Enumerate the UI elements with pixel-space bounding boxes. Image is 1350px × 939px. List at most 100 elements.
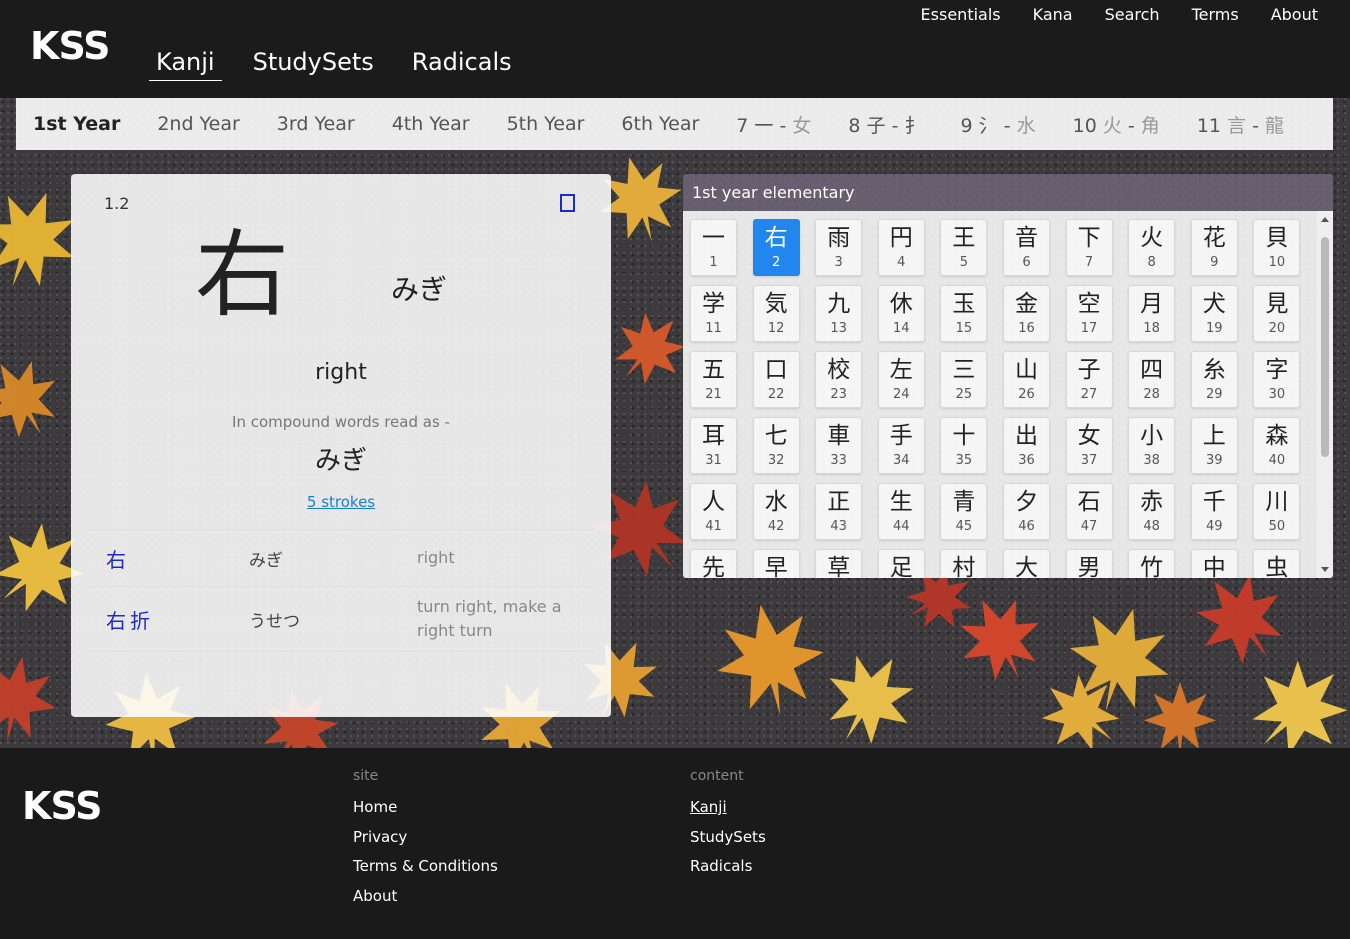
- nav-about[interactable]: About: [1271, 5, 1318, 25]
- footer-terms-link[interactable]: Terms & Conditions: [353, 857, 498, 877]
- kanji-cell[interactable]: 三 25: [940, 351, 988, 408]
- kanji-cell[interactable]: 空 17: [1065, 285, 1113, 342]
- kanji-cell[interactable]: 森 40: [1253, 417, 1301, 474]
- kanji-cell[interactable]: 休 14: [877, 285, 925, 342]
- kanji-cell[interactable]: 音6: [1002, 219, 1050, 276]
- tab-2nd-year[interactable]: 2nd Year: [157, 113, 239, 135]
- tab-num: 8: [848, 114, 861, 137]
- kanji-cell[interactable]: 人 41: [690, 483, 737, 540]
- kanji-cell[interactable]: 山 26: [1002, 351, 1050, 408]
- kanji-cell[interactable]: 貝 10: [1253, 219, 1301, 276]
- kanji-cell[interactable]: 小 38: [1128, 417, 1176, 474]
- kanji-cell[interactable]: 夕 46: [1002, 483, 1050, 540]
- kanji-cell[interactable]: 上 39: [1190, 417, 1238, 474]
- kanji-cell[interactable]: 糸 29: [1190, 351, 1238, 408]
- footer-kanji-link[interactable]: Kanji: [690, 798, 766, 818]
- main-nav-studysets[interactable]: StudySets: [246, 46, 381, 81]
- bookmark-checkbox-icon[interactable]: [560, 194, 575, 212]
- tab-3rd-year[interactable]: 3rd Year: [277, 113, 355, 135]
- tab-5th-year[interactable]: 5th Year: [507, 113, 585, 135]
- kanji-cell[interactable]: 字 30: [1253, 351, 1301, 408]
- tab-stroke-7[interactable]: 7 一 - 女: [736, 111, 811, 138]
- kanji-cell[interactable]: 千 49: [1190, 483, 1238, 540]
- footer-home-link[interactable]: Home: [353, 798, 498, 818]
- kanji-cell[interactable]: 下7: [1065, 219, 1113, 276]
- main-nav-kanji[interactable]: Kanji: [149, 46, 222, 81]
- kanji-cell[interactable]: 先51: [690, 549, 737, 578]
- scroll-up-icon[interactable]: [1321, 217, 1329, 222]
- kanji-cell[interactable]: 大56: [1002, 549, 1050, 578]
- kanji-cell-number: 6: [1022, 255, 1031, 270]
- site-logo[interactable]: KSS: [30, 24, 110, 68]
- kanji-cell[interactable]: 中59: [1190, 549, 1238, 578]
- kanji-cell[interactable]: 王5: [940, 219, 988, 276]
- scroll-down-icon[interactable]: [1321, 567, 1329, 572]
- kanji-cell[interactable]: 村55: [940, 549, 988, 578]
- kanji-cell[interactable]: 花9: [1190, 219, 1238, 276]
- kanji-cell[interactable]: 火8: [1128, 219, 1176, 276]
- footer-radicals-link[interactable]: Radicals: [690, 857, 766, 877]
- kanji-cell[interactable]: 円4: [877, 219, 925, 276]
- kanji-cell[interactable]: 竹58: [1128, 549, 1176, 578]
- kanji-cell[interactable]: 九 13: [815, 285, 863, 342]
- tab-1st-year[interactable]: 1st Year: [33, 113, 120, 135]
- kanji-cell[interactable]: 雨3: [815, 219, 863, 276]
- footer-about-link[interactable]: About: [353, 887, 498, 907]
- tab-stroke-8[interactable]: 8 子 - 扌: [848, 111, 923, 138]
- kanji-cell[interactable]: 赤 48: [1128, 483, 1176, 540]
- word-row[interactable]: 右 みぎ right: [88, 529, 594, 586]
- kanji-cell[interactable]: 金 16: [1002, 285, 1050, 342]
- kanji-cell[interactable]: 左 24: [877, 351, 925, 408]
- kanji-cell[interactable]: 車 33: [815, 417, 863, 474]
- kanji-cell[interactable]: 青 45: [940, 483, 988, 540]
- kanji-cell[interactable]: 右2: [752, 219, 800, 276]
- kanji-cell[interactable]: 学 11: [690, 285, 737, 342]
- kanji-cell[interactable]: 草53: [815, 549, 863, 578]
- kanji-cell[interactable]: 男57: [1065, 549, 1113, 578]
- kanji-cell-number: 21: [705, 387, 722, 402]
- kanji-cell[interactable]: 耳 31: [690, 417, 737, 474]
- kanji-cell[interactable]: 川 50: [1253, 483, 1301, 540]
- kanji-cell[interactable]: 早52: [752, 549, 800, 578]
- nav-essentials[interactable]: Essentials: [921, 5, 1001, 25]
- tab-stroke-11[interactable]: 11 言 - 龍: [1197, 111, 1284, 138]
- kanji-cell[interactable]: 虫60: [1253, 549, 1301, 578]
- scrollbar-thumb[interactable]: [1321, 237, 1329, 457]
- kanji-cell[interactable]: 女 37: [1065, 417, 1113, 474]
- kanji-cell[interactable]: 十 35: [940, 417, 988, 474]
- kanji-cell[interactable]: 石 47: [1065, 483, 1113, 540]
- tab-4th-year[interactable]: 4th Year: [392, 113, 470, 135]
- footer-privacy-link[interactable]: Privacy: [353, 828, 498, 848]
- word-row[interactable]: 右折 うせつ turn right, make a right turn: [88, 586, 594, 652]
- scrollbar[interactable]: [1317, 211, 1333, 578]
- kanji-grid-scroll[interactable]: 一 1 右 2 雨 3 円 4 王 5 音 6 下 7 火 8 花 9 貝 10 学 11 気 12 九 13 休 14 玉 15 金 16 空…: [683, 211, 1333, 578]
- kanji-cell[interactable]: 校 23: [815, 351, 863, 408]
- kanji-cell[interactable]: 足54: [877, 549, 925, 578]
- tab-stroke-9[interactable]: 9 氵 - 水: [961, 111, 1036, 138]
- kanji-cell[interactable]: 一1: [690, 219, 737, 276]
- nav-kana[interactable]: Kana: [1033, 5, 1073, 25]
- kanji-cell[interactable]: 気 12: [752, 285, 800, 342]
- kanji-cell[interactable]: 正 43: [815, 483, 863, 540]
- kanji-cell[interactable]: 子 27: [1065, 351, 1113, 408]
- footer-studysets-link[interactable]: StudySets: [690, 828, 766, 848]
- nav-search[interactable]: Search: [1105, 5, 1160, 25]
- tab-6th-year[interactable]: 6th Year: [621, 113, 699, 135]
- kanji-cell[interactable]: 七 32: [752, 417, 800, 474]
- kanji-cell[interactable]: 口 22: [752, 351, 800, 408]
- kanji-cell[interactable]: 四 28: [1128, 351, 1176, 408]
- strokes-link[interactable]: 5 strokes: [71, 493, 611, 511]
- kanji-cell[interactable]: 生 44: [877, 483, 925, 540]
- kanji-cell[interactable]: 水 42: [752, 483, 800, 540]
- kanji-cell[interactable]: 手 34: [877, 417, 925, 474]
- tab-stroke-10[interactable]: 10 火 - 角: [1073, 111, 1160, 138]
- kanji-cell[interactable]: 出 36: [1002, 417, 1050, 474]
- main-nav-radicals[interactable]: Radicals: [405, 46, 519, 81]
- kanji-cell[interactable]: 犬 19: [1190, 285, 1238, 342]
- kanji-cell[interactable]: 玉 15: [940, 285, 988, 342]
- kanji-cell[interactable]: 五 21: [690, 351, 737, 408]
- kanji-cell[interactable]: 月 18: [1128, 285, 1176, 342]
- nav-terms[interactable]: Terms: [1192, 5, 1239, 25]
- footer-logo[interactable]: KSS: [22, 784, 102, 828]
- kanji-cell[interactable]: 見 20: [1253, 285, 1301, 342]
